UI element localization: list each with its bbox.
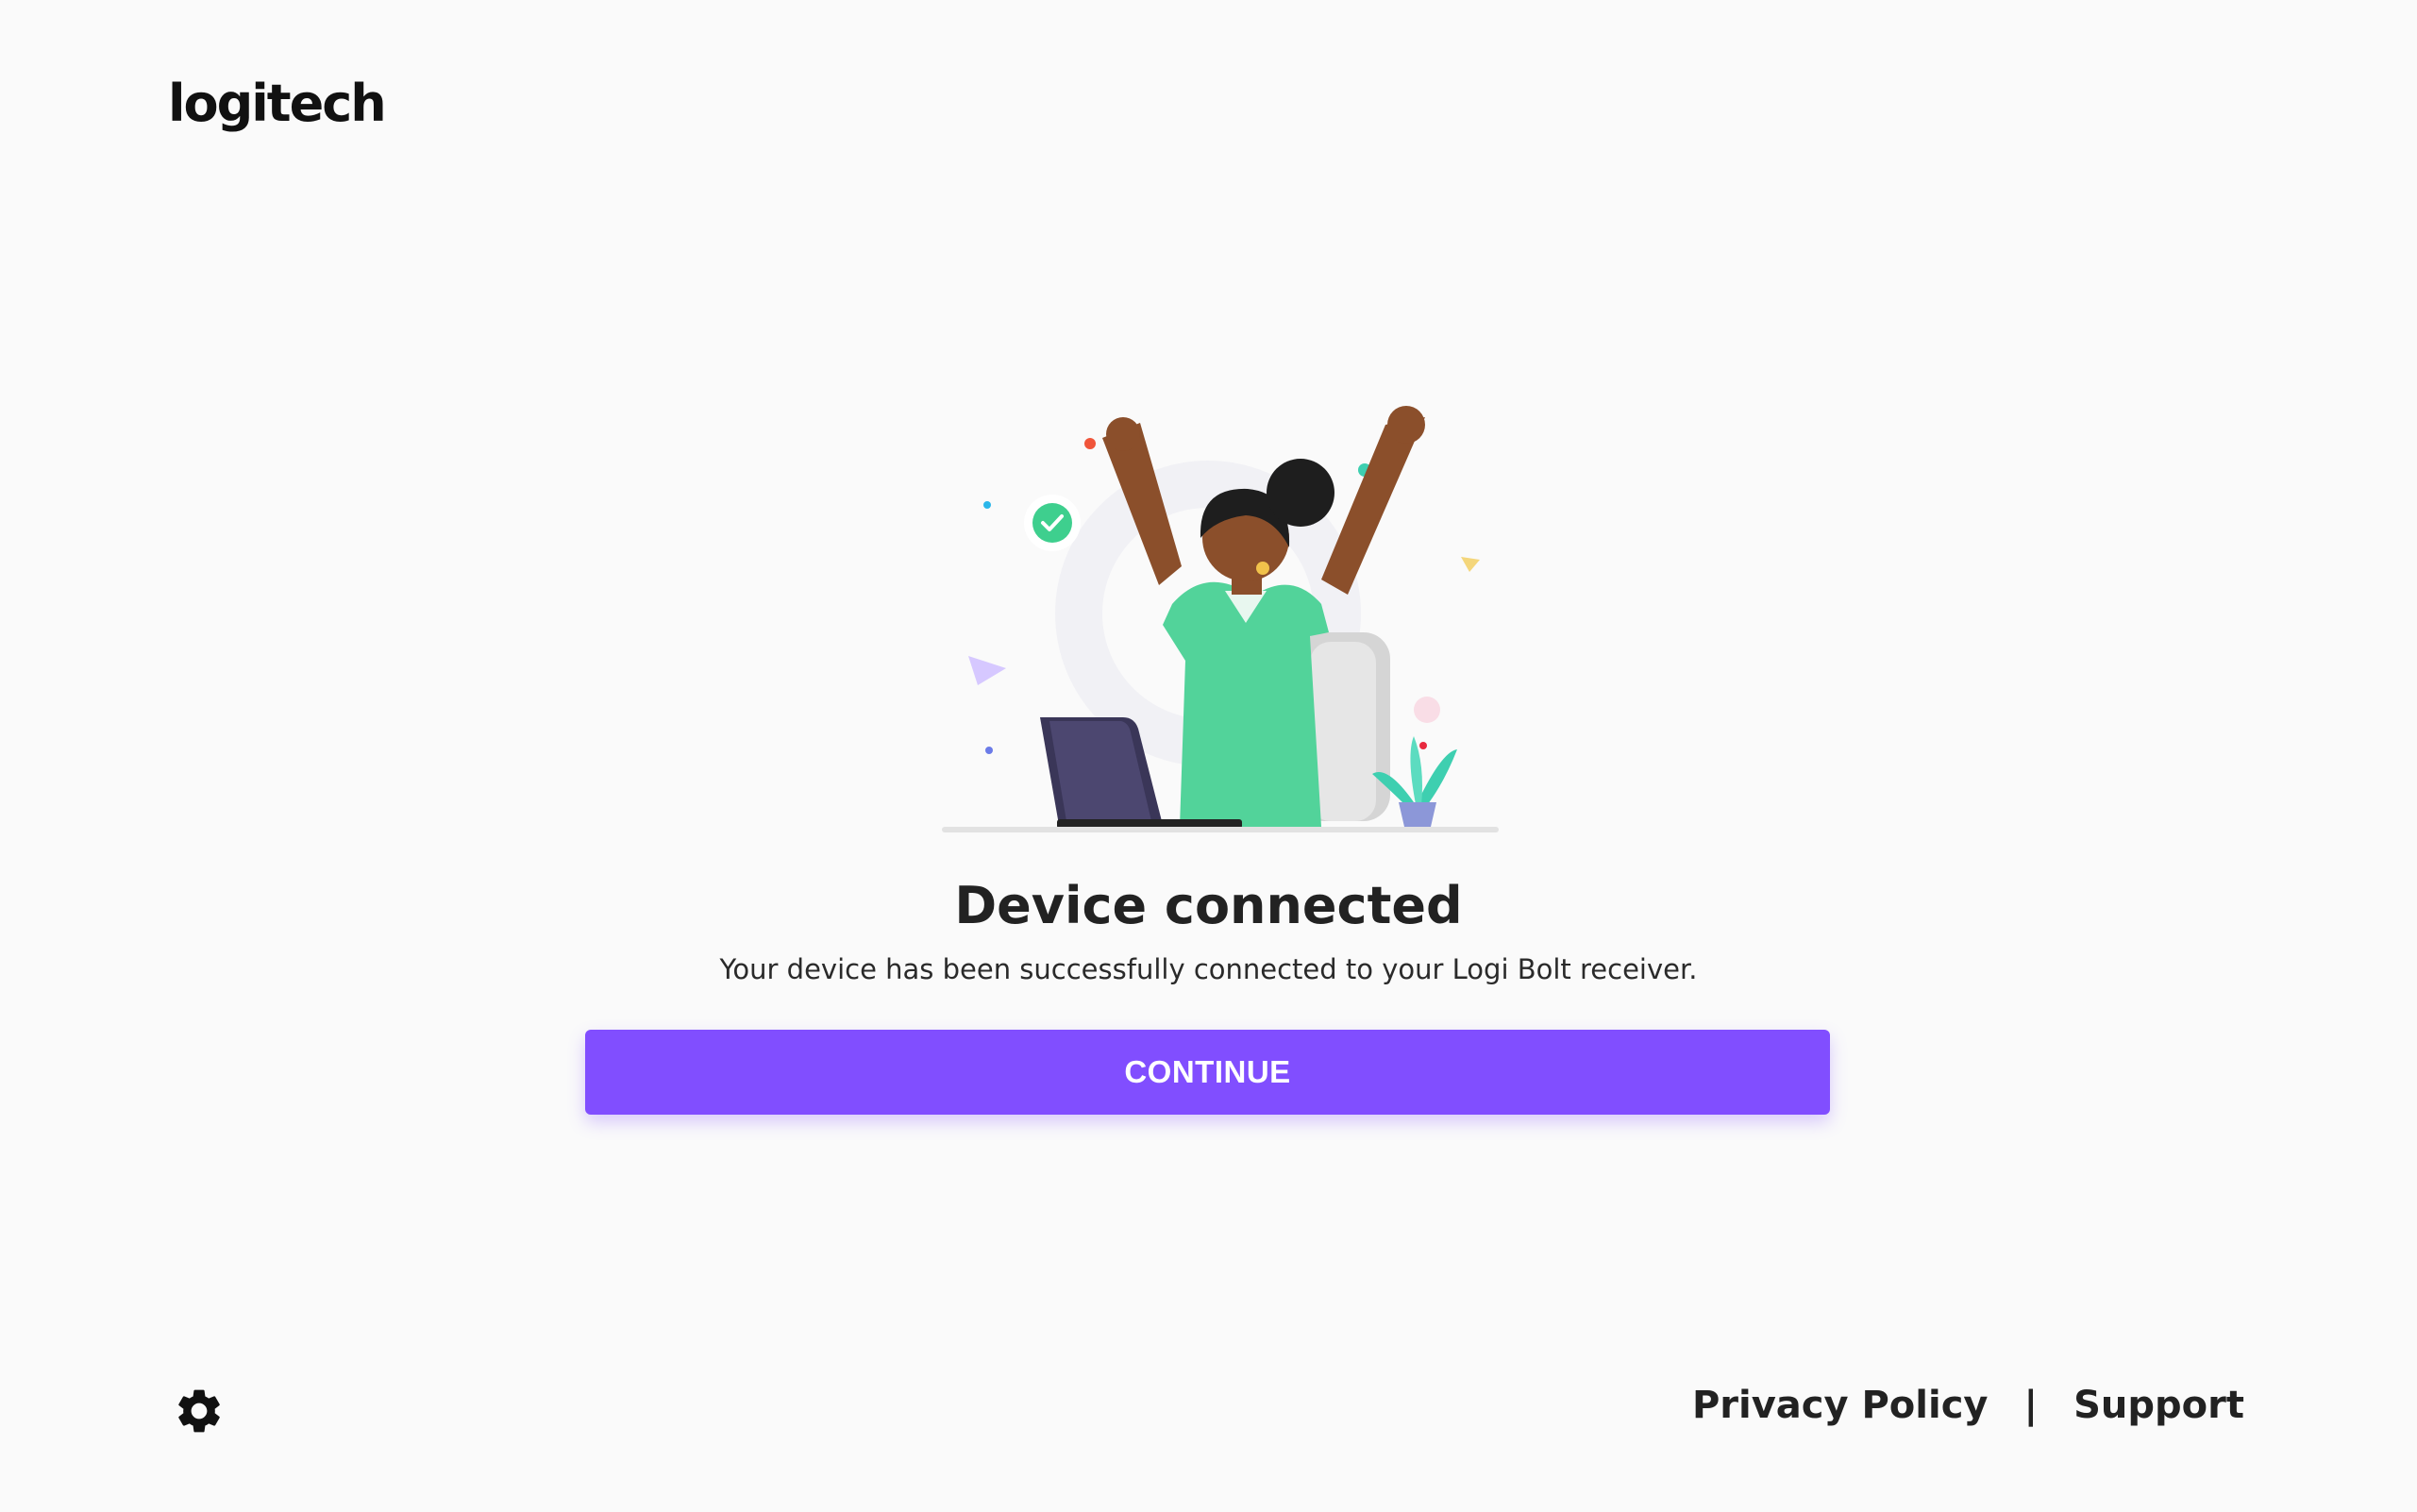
privacy-policy-link[interactable]: Privacy Policy (1692, 1384, 1989, 1427)
continue-button[interactable]: CONTINUE (585, 1030, 1830, 1115)
gear-icon[interactable] (173, 1385, 226, 1437)
device-connected-illustration (942, 406, 1499, 832)
support-link[interactable]: Support (2073, 1384, 2244, 1427)
logitech-logo: logitech (168, 74, 387, 133)
footer-separator: | (2023, 1384, 2039, 1427)
page-subtitle: Your device has been successfully connec… (719, 953, 1698, 985)
page-title: Device connected (954, 876, 1463, 935)
footer-links: Privacy Policy | Support (1692, 1384, 2244, 1427)
